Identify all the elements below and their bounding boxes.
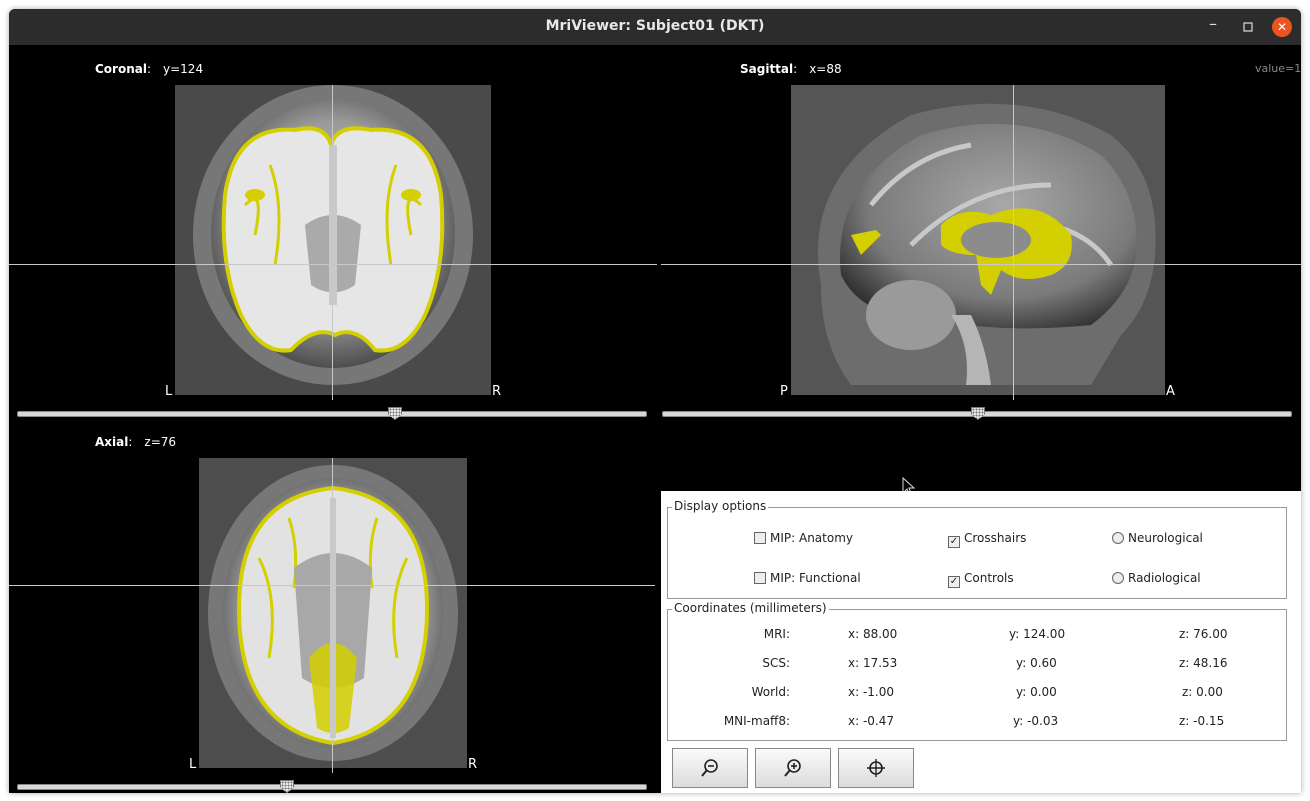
sagittal-crosshair-vertical [1013,85,1014,400]
coord-z: z: 0.00 [1182,685,1223,699]
window-title: MriViewer: Subject01 (DKT) [545,18,765,34]
coronal-crosshair-horizontal [9,264,657,265]
crosshairs-label: Crosshairs [964,531,1027,545]
coord-row-label: SCS: [762,656,790,670]
coronal-slider[interactable] [17,407,647,420]
coordinates-group: Coordinates (millimeters) MRI: x: 88.00 … [667,601,1287,741]
radiological-radio[interactable]: Radiological [1112,571,1201,585]
sagittal-anterior-marker: A [1166,384,1175,399]
coronal-slice-image[interactable] [175,85,491,395]
coronal-slider-thumb[interactable] [388,407,402,420]
neurological-radio-dot[interactable] [1112,532,1124,544]
coord-y: y: 124.00 [1009,627,1066,641]
center-crosshair-button[interactable] [838,748,914,788]
app-window: MriViewer: Subject01 (DKT) – ✕ Coronal: y… [9,9,1301,793]
crosshairs-box[interactable]: ✓ [948,536,960,548]
sagittal-name: Sagittal [740,62,794,76]
mip-anatomy-checkbox[interactable]: MIP: Anatomy [754,531,853,545]
coordinates-title: Coordinates (millimeters) [672,601,829,615]
coord-y: y: 0.00 [1016,685,1057,699]
display-options-group: Display options MIP: Anatomy MIP: Functi… [667,499,1287,599]
neurological-radio[interactable]: Neurological [1112,531,1203,545]
coronal-label: Coronal: y=124 [95,62,204,76]
zoom-in-icon [784,759,801,777]
controls-label: Controls [964,571,1014,585]
minimize-button[interactable]: – [1203,16,1223,37]
coord-z: z: 48.16 [1179,656,1228,670]
close-button[interactable]: ✕ [1272,17,1292,37]
sagittal-slice-image[interactable] [791,85,1165,395]
coronal-name: Coronal [95,62,147,76]
neurological-label: Neurological [1128,531,1203,545]
crosshair-target-icon [867,759,885,777]
coord-row-label: MNI-maff8: [723,714,790,728]
radiological-radio-dot[interactable] [1112,572,1124,584]
maximize-icon [1243,22,1253,32]
sagittal-slider[interactable] [662,407,1292,420]
coord-row-label: MRI: [763,627,790,641]
zoom-out-button[interactable] [672,748,748,788]
coronal-right-marker: R [492,384,502,399]
coord-x: x: 17.53 [848,656,898,670]
axial-name: Axial [95,435,129,449]
controls-checkbox[interactable]: ✓ Controls [948,571,1014,588]
zoom-in-button[interactable] [755,748,831,788]
axial-label: Axial: z=76 [95,435,177,449]
coronal-coord: y=124 [163,62,204,76]
sagittal-coord: x=88 [809,62,842,76]
display-options-title: Display options [672,499,769,513]
mip-functional-checkbox[interactable]: MIP: Functional [754,571,861,585]
axial-slider-thumb[interactable] [280,780,294,793]
coronal-left-marker: L [165,384,173,399]
mip-anatomy-label: MIP: Anatomy [770,531,853,545]
viewer-area: Coronal: y=124 value=1 L R Sagittal: x=8… [9,45,1301,793]
axial-crosshair-vertical [332,458,333,773]
sagittal-slider-thumb[interactable] [971,407,985,420]
coord-y: y: -0.03 [1013,714,1059,728]
coord-x: x: -1.00 [848,685,895,699]
mip-functional-box[interactable] [754,572,766,584]
mip-functional-label: MIP: Functional [770,571,861,585]
coord-row-label: World: [751,685,790,699]
maximize-button[interactable] [1238,17,1258,37]
coord-x: x: -0.47 [848,714,895,728]
axial-left-marker: L [189,757,197,772]
value-readout: value=1 [1255,62,1301,75]
mip-anatomy-box[interactable] [754,532,766,544]
coord-x: x: 88.00 [848,627,898,641]
axial-coord: z=76 [144,435,177,449]
sagittal-label: Sagittal: x=88 [740,62,842,76]
crosshairs-checkbox[interactable]: ✓ Crosshairs [948,531,1026,548]
title-bar[interactable]: MriViewer: Subject01 (DKT) – ✕ [9,9,1301,45]
sagittal-crosshair-horizontal [661,264,1301,265]
sagittal-posterior-marker: P [780,384,788,399]
coord-z: z: -0.15 [1179,714,1225,728]
coronal-crosshair-vertical [332,85,333,400]
axial-right-marker: R [468,757,478,772]
coord-z: z: 76.00 [1179,627,1228,641]
axial-slice-image[interactable] [199,458,467,768]
zoom-out-icon [701,759,718,777]
coord-y: y: 0.60 [1016,656,1057,670]
radiological-label: Radiological [1128,571,1201,585]
controls-box[interactable]: ✓ [948,576,960,588]
axial-slider[interactable] [17,780,647,793]
